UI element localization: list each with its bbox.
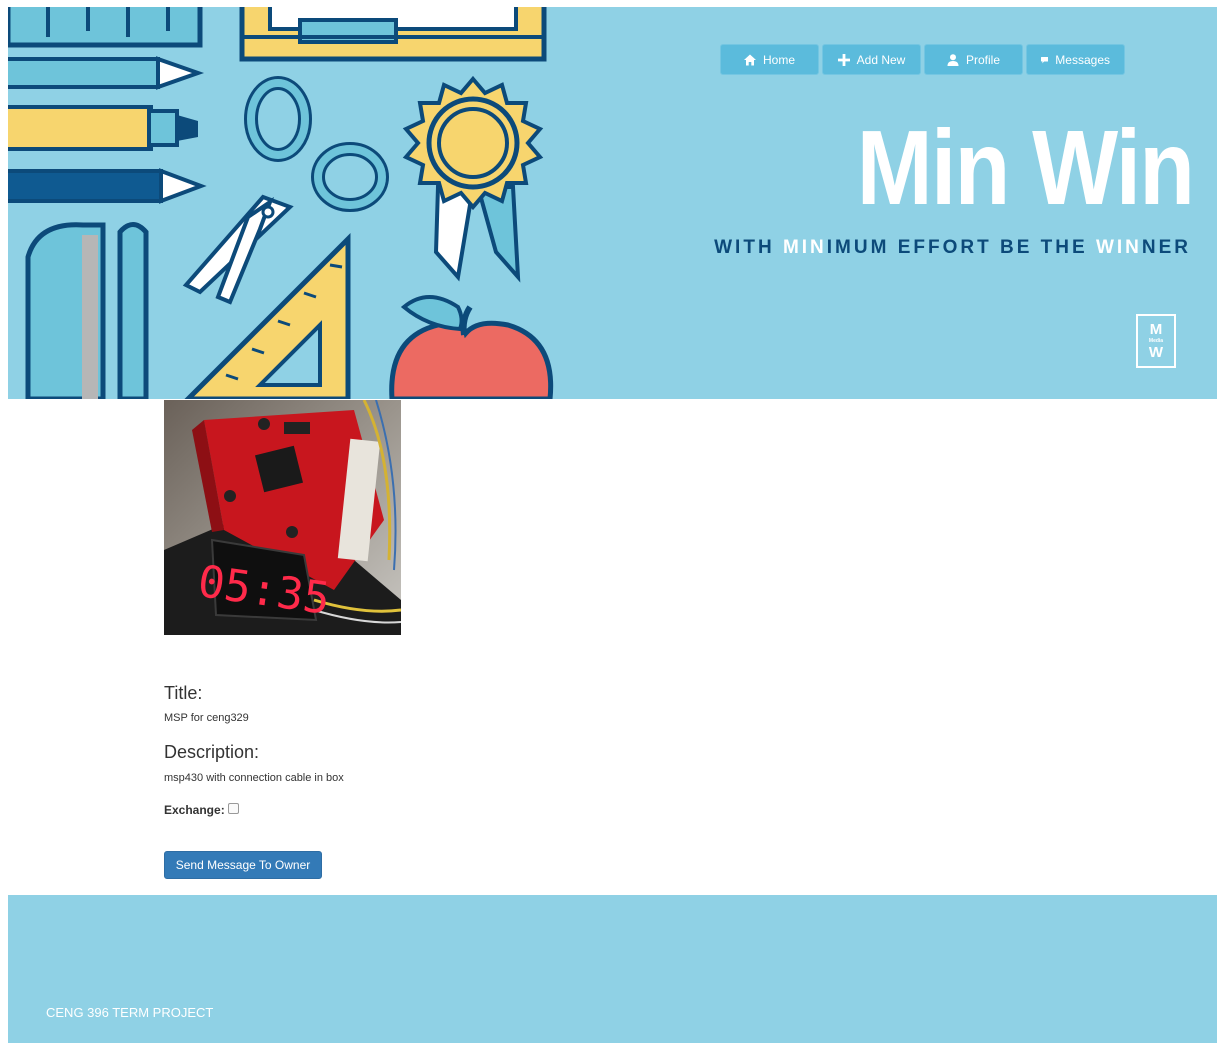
nav-home-button[interactable]: Home [720, 44, 819, 75]
stapler-icon [25, 222, 149, 399]
title-label: Title: [164, 683, 203, 703]
highlighter-icon [8, 105, 198, 151]
product-image: 05:35 [164, 400, 401, 635]
dark-pencil-icon [8, 168, 207, 204]
nav-add-new-label: Add New [856, 52, 906, 67]
header-banner: Home Add New Profile Messages Min Win WI… [8, 7, 1217, 399]
exchange-row: Exchange: [164, 802, 239, 817]
page: Home Add New Profile Messages Min Win WI… [8, 7, 1217, 1043]
plus-icon [837, 53, 850, 66]
nav-profile-label: Profile [965, 52, 1000, 67]
description-value: msp430 with connection cable in box [164, 772, 344, 784]
exchange-checkbox[interactable] [227, 802, 239, 814]
main-nav: Home Add New Profile Messages [720, 44, 1125, 75]
tagline-highlight-win: WIN [1095, 237, 1142, 258]
footer: CENG 396 TERM PROJECT [8, 895, 1217, 1043]
send-message-button[interactable]: Send Message To Owner [164, 851, 322, 879]
brand-logo: M Media W [1136, 314, 1176, 368]
brand-tagline: WITH MINIMUM EFFORT BE THE WINNER [714, 237, 1191, 259]
tagline-part-5: NER [1141, 237, 1191, 258]
apple-icon [389, 295, 554, 399]
brand-title: Min Win [856, 109, 1195, 227]
ruler-icon [8, 7, 203, 48]
footer-text: CENG 396 TERM PROJECT [46, 1005, 214, 1020]
tagline-highlight-min: MIN [782, 237, 827, 258]
logo-letter-bottom: W [1148, 344, 1164, 361]
user-icon [947, 53, 959, 66]
clipboard-icon [239, 7, 547, 62]
nav-add-new-button[interactable]: Add New [822, 44, 921, 75]
title-value: MSP for ceng329 [164, 712, 249, 724]
scissors-icon [182, 76, 389, 305]
tagline-part-3: IMUM EFFORT BE THE [826, 237, 1096, 258]
description-label: Description: [164, 742, 260, 762]
chat-bubble-icon [1041, 56, 1049, 63]
nav-home-label: Home [762, 52, 795, 67]
school-supplies-illustration [8, 7, 554, 399]
exchange-label: Exchange: [164, 803, 225, 817]
award-ribbon-icon [402, 75, 544, 283]
nav-messages-button[interactable]: Messages [1026, 44, 1125, 75]
logo-letter-top: M [1149, 321, 1163, 338]
pencil-icon [8, 56, 205, 90]
home-icon [743, 54, 756, 65]
tagline-part-1: WITH [714, 237, 783, 258]
nav-messages-label: Messages [1055, 52, 1110, 67]
nav-profile-button[interactable]: Profile [924, 44, 1023, 75]
